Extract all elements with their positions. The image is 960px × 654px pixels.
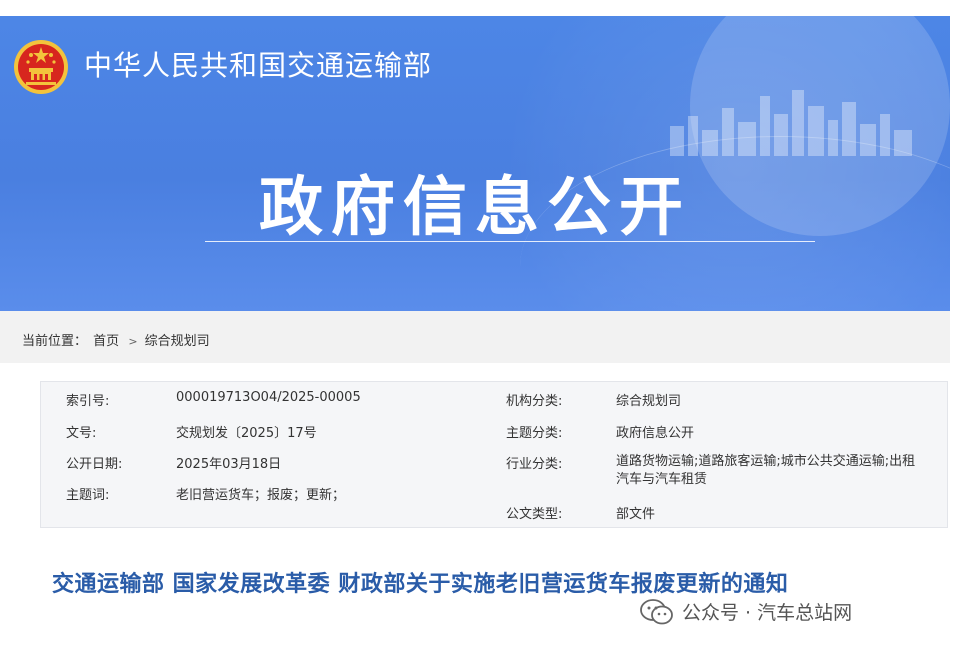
topic-category-label: 主题分类:: [506, 426, 563, 441]
publish-date-value: 2025年03月18日: [176, 457, 282, 472]
document-number-value: 交规划发〔2025〕17号: [176, 426, 317, 441]
wechat-icon: [640, 598, 673, 624]
breadcrumb-department-link[interactable]: 综合规划司: [145, 334, 210, 349]
index-number-value: 000019713O04/2025-00005: [176, 390, 361, 405]
industry-category-label: 行业分类:: [506, 457, 563, 472]
agency-category-label: 机构分类:: [506, 394, 563, 409]
keywords-value: 老旧营运货车；报废；更新；: [176, 488, 346, 503]
breadcrumb: 当前位置： 首页 > 综合规划司: [22, 330, 212, 349]
breadcrumb-prefix: 当前位置：: [22, 334, 88, 349]
skyline-graphic: [670, 90, 912, 156]
banner-title: 政府信息公开: [259, 171, 691, 245]
breadcrumb-home-link[interactable]: 首页: [93, 334, 119, 349]
keywords-label: 主题词:: [66, 488, 110, 503]
industry-category-value: 道路货物运输;道路旅客运输;城市公共交通运输;出租汽车与汽车租赁: [616, 454, 916, 487]
watermark: 公众号 · 汽车总站网: [640, 598, 852, 625]
document-type-label: 公文类型:: [506, 507, 563, 522]
publish-date-label: 公开日期:: [66, 457, 123, 472]
document-number-label: 文号:: [66, 426, 97, 441]
topic-category-value: 政府信息公开: [616, 426, 695, 441]
document-title: 交通运输部 国家发展改革委 财政部关于实施老旧营运货车报废更新的通知: [52, 572, 789, 597]
national-emblem-icon: [14, 40, 68, 94]
header-banner: 中华人民共和国交通运输部 政府信息公开: [0, 16, 950, 311]
breadcrumb-separator: >: [128, 335, 138, 348]
page: 中华人民共和国交通运输部 政府信息公开 当前位置： 首页 > 综合规划司 索引号…: [0, 0, 960, 654]
agency-category-value: 综合规划司: [616, 394, 682, 409]
index-number-label: 索引号:: [66, 394, 110, 409]
watermark-text: 公众号 · 汽车总站网: [682, 602, 853, 624]
banner-divider: [205, 241, 815, 242]
document-type-value: 部文件: [616, 507, 656, 522]
ministry-name[interactable]: 中华人民共和国交通运输部: [84, 44, 432, 84]
